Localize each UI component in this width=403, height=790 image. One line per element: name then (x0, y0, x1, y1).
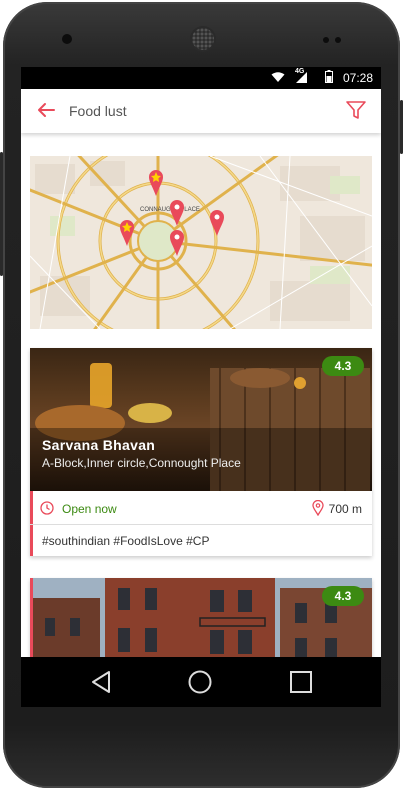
status-time: 07:28 (342, 71, 373, 85)
battery-icon (325, 70, 333, 83)
status-bar: 4G 07:28 (21, 67, 381, 89)
phone-side-button (0, 152, 3, 276)
map-pin-icon[interactable] (170, 230, 184, 256)
card-accent-bar (30, 578, 33, 657)
restaurant-name: Sarvana Bhavan (42, 437, 156, 453)
map-illustration: CONNAUGHT PLACE (30, 156, 372, 329)
clock-icon (40, 501, 54, 515)
sensor-dot (335, 37, 341, 43)
earpiece-speaker (192, 28, 214, 50)
rating-badge: 4.3 (322, 356, 364, 376)
front-camera (62, 34, 72, 44)
restaurant-photo: 4.3 Sarvana Bhavan A-Block,Inner circle,… (30, 348, 372, 491)
restaurant-address: A-Block,Inner circle,Connought Place (42, 456, 241, 470)
app-screen: 4G 07:28 Food lust CONNAUGHT PLACE 4.3 S… (21, 67, 381, 707)
app-bar: Food lust (21, 89, 381, 133)
restaurant-photo-illustration (30, 578, 372, 657)
map-pin-star-icon[interactable] (149, 170, 163, 196)
map-pin-icon[interactable] (210, 210, 224, 236)
sensor-dot (323, 37, 329, 43)
location-pin-icon (312, 500, 324, 516)
filter-icon[interactable] (345, 99, 367, 121)
rating-badge: 4.3 (322, 586, 364, 606)
restaurant-card[interactable]: 4.3 (30, 578, 372, 657)
wifi-icon (271, 72, 285, 82)
open-status: Open now (62, 502, 117, 516)
restaurant-list[interactable]: CONNAUGHT PLACE 4.3 Sarvana Bhavan A-Blo… (21, 133, 381, 657)
page-title: Food lust (69, 103, 127, 119)
restaurant-card[interactable]: 4.3 Sarvana Bhavan A-Block,Inner circle,… (30, 348, 372, 556)
restaurant-photo: 4.3 (30, 578, 372, 657)
map-pin-icon[interactable] (170, 200, 184, 226)
back-arrow-icon[interactable] (35, 99, 57, 121)
nav-back-icon[interactable] (89, 670, 113, 694)
hashtags: #southindian #FoodIsLove #CP (42, 534, 210, 548)
distance-label: 700 m (328, 502, 362, 516)
cell-signal-icon (296, 72, 307, 83)
system-nav-bar (21, 657, 381, 707)
nav-home-icon[interactable] (188, 670, 212, 694)
map-pin-star-icon[interactable] (120, 220, 134, 246)
status-row: Open now 700 m (30, 491, 372, 525)
map-view[interactable]: CONNAUGHT PLACE (30, 156, 372, 329)
nav-recents-icon[interactable] (289, 670, 313, 694)
